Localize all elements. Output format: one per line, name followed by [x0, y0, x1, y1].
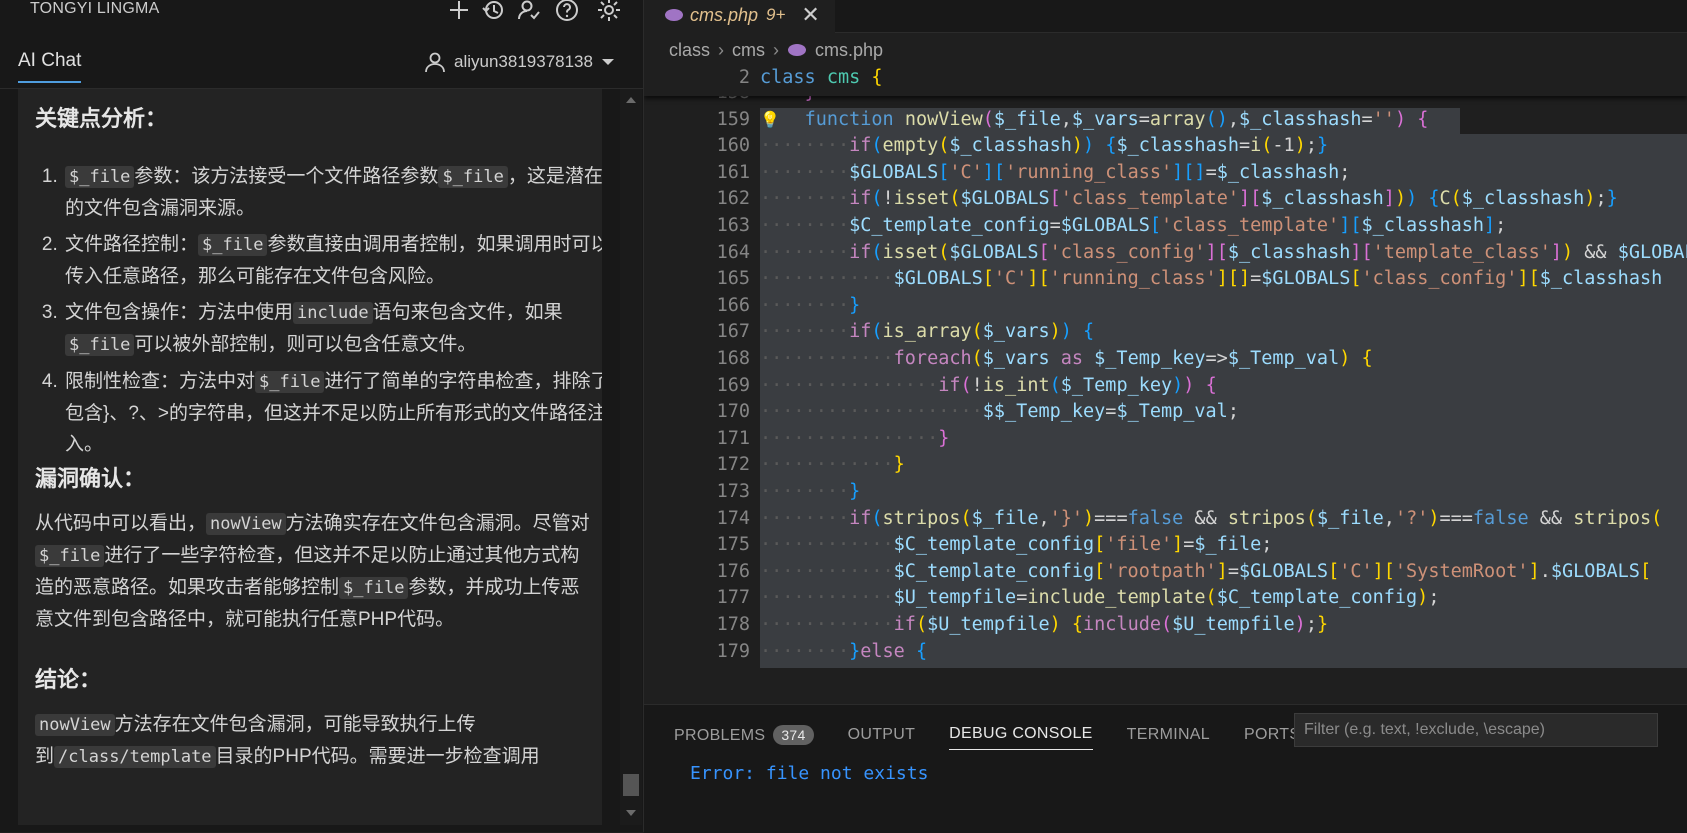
- sticky-scroll[interactable]: 2 class cms {: [644, 66, 1687, 96]
- heading-conclusion: 结论：: [35, 667, 102, 692]
- list-item: 文件包含操作：方法中使用include语句来包含文件，如果$_file可以被外部…: [63, 297, 602, 361]
- chevron-right-icon: ›: [773, 39, 780, 60]
- code-line: ················}: [760, 427, 950, 449]
- user-settings-icon[interactable]: [516, 0, 542, 23]
- chevron-down-icon: [601, 59, 614, 65]
- code-line: ············$U_tempfile=include_template…: [760, 587, 1440, 609]
- confirm-paragraph: 从代码中可以看出， nowView 方法确实存在文件包含漏洞。尽管对$_file 进行…: [35, 513, 590, 630]
- chat-message: 关键点分析： $_file参数：该方法接受一个文件路径参数$_file，这是潜在…: [18, 89, 602, 825]
- line-number: 178: [716, 614, 750, 635]
- selection-highlight: [760, 480, 1687, 508]
- code-line: ········if(!isset($GLOBALS['class_templa…: [760, 188, 1618, 210]
- line-number: 169: [716, 374, 750, 396]
- code-line: ········if(is_array($_vars)) {: [760, 321, 1095, 343]
- code-line: ············foreach($_vars as $_Temp_key…: [760, 348, 1373, 369]
- history-icon[interactable]: [480, 0, 506, 23]
- code-editor[interactable]: 2 class cms { 158 }159 function nowView(…: [644, 66, 1687, 704]
- lightbulb-icon[interactable]: 💡: [760, 110, 780, 129]
- chevron-right-icon: ›: [718, 39, 725, 60]
- code-line: ········}: [760, 294, 861, 316]
- panel-tabs: PROBLEMS 374 OUTPUT DEBUG CONSOLE TERMINA…: [674, 719, 1300, 750]
- tab-problems[interactable]: PROBLEMS 374: [674, 724, 814, 745]
- code-line: function nowView($_file,$_vars=array(),$…: [804, 108, 1429, 130]
- line-number: 162: [716, 188, 750, 210]
- scroll-down-icon[interactable]: [626, 810, 636, 816]
- line-number: 171: [716, 427, 750, 449]
- chat-header: AI Chat aliyun3819378138: [0, 36, 644, 89]
- code-line: ········$C_template_config=$GLOBALS['cla…: [760, 215, 1507, 236]
- problems-count-badge: 374: [773, 724, 814, 745]
- user-dropdown[interactable]: aliyun3819378138: [424, 48, 615, 76]
- panel-header: TONGYI LINGMA: [0, 0, 644, 36]
- code-line: ········$GLOBALS['C']['running_class'][]…: [760, 161, 1351, 183]
- filter-input[interactable]: Filter (e.g. text, !exclude, \escape): [1294, 713, 1658, 747]
- tab-debug-console[interactable]: DEBUG CONSOLE: [949, 725, 1093, 750]
- selection-highlight: [760, 293, 1687, 322]
- breadcrumb: class › cms › cms.php: [669, 38, 883, 62]
- code-line: ········if(isset($GLOBALS['class_config'…: [760, 241, 1687, 263]
- code-line: ············if($U_tempfile) {include($U_…: [760, 614, 1329, 635]
- line-number: 161: [716, 161, 750, 183]
- lingma-panel: TONGYI LINGMA AI Chat aliyun3819378138 关…: [0, 0, 644, 832]
- help-icon[interactable]: [554, 0, 580, 23]
- line-number: 160: [716, 135, 750, 157]
- line-number: 167: [716, 321, 750, 343]
- editor-area: cms.php 9+ ✕ class › cms › cms.php 2 cla…: [644, 0, 1687, 833]
- breadcrumb-item[interactable]: cms: [732, 40, 765, 61]
- panel-title: TONGYI LINGMA: [30, 0, 160, 17]
- line-number: 174: [716, 507, 750, 529]
- close-icon[interactable]: ✕: [801, 2, 819, 28]
- tab-cms-php[interactable]: cms.php 9+ ✕: [644, 0, 835, 33]
- heading-analysis: 关键点分析：: [35, 106, 168, 131]
- code-line: ········}: [760, 481, 861, 502]
- tab-terminal[interactable]: TERMINAL: [1127, 726, 1210, 744]
- gear-icon[interactable]: [596, 0, 622, 23]
- code-line: ············$C_template_config['file']=$…: [760, 534, 1273, 556]
- chat-scrollbar[interactable]: [620, 89, 642, 825]
- code-line: ············$GLOBALS['C']['running_class…: [760, 268, 1663, 290]
- line-number: 164: [716, 241, 750, 263]
- code-line: ················if(!is_int($_Temp_key)) …: [760, 374, 1217, 396]
- code-line: ····················$$_Temp_key=$_Temp_v…: [760, 401, 1239, 423]
- user-icon: [425, 52, 445, 73]
- code-line: ············$C_template_config['rootpath…: [760, 560, 1652, 582]
- tab-output[interactable]: OUTPUT: [848, 726, 916, 744]
- code-line: ········if(empty($_classhash)) {$_classh…: [760, 135, 1329, 157]
- editor-tabs: cms.php 9+ ✕: [644, 0, 1687, 33]
- bottom-panel: PROBLEMS 374 OUTPUT DEBUG CONSOLE TERMINA…: [644, 704, 1687, 833]
- line-number: 175: [716, 534, 750, 556]
- line-number: 159: [716, 108, 750, 130]
- console-output: Error: file not exists: [690, 763, 929, 784]
- scroll-up-icon[interactable]: [626, 97, 636, 103]
- line-number: 173: [716, 481, 750, 502]
- line-number: 163: [716, 215, 750, 236]
- heading-confirm: 漏洞确认：: [35, 466, 146, 491]
- plus-icon[interactable]: [446, 0, 472, 23]
- line-number: 168: [716, 348, 750, 369]
- sticky-code: class cms {: [760, 67, 883, 88]
- line-number: 177: [716, 587, 750, 609]
- line-number: 165: [716, 268, 750, 290]
- code-line: ········}else {: [760, 640, 928, 662]
- php-elephant-icon: [665, 9, 683, 21]
- scrollbar-thumb[interactable]: [623, 774, 639, 796]
- tab-ai-chat[interactable]: AI Chat: [18, 50, 82, 83]
- tab-ports[interactable]: PORTS: [1244, 726, 1300, 744]
- line-number: 179: [716, 640, 750, 662]
- php-elephant-icon: [788, 44, 807, 56]
- conclusion-paragraph: nowView 方法存在文件包含漏洞，可能导致执行上传到/class/templa…: [35, 714, 540, 768]
- list-item: 文件路径控制：$_file参数直接由调用者控制，如果调用时可以传入任意路径，那么…: [63, 229, 602, 292]
- line-number: 170: [716, 401, 750, 423]
- code-line: ········if(stripos($_file,'}')===false &…: [760, 507, 1663, 529]
- breadcrumb-item[interactable]: class: [669, 40, 710, 61]
- code-line: ············}: [760, 454, 905, 476]
- line-number: 176: [716, 560, 750, 582]
- list-item: $_file参数：该方法接受一个文件路径参数$_file，这是潜在的文件包含漏洞…: [63, 161, 602, 224]
- list-item: 限制性检查：方法中对$_file进行了简单的字符串检查，排除了包含}、?、>的字…: [63, 366, 602, 460]
- line-number: 172: [716, 454, 750, 476]
- analysis-list: $_file参数：该方法接受一个文件路径参数$_file，这是潜在的文件包含漏洞…: [35, 161, 602, 465]
- user-name: aliyun3819378138: [454, 52, 593, 71]
- breadcrumb-item[interactable]: cms.php: [815, 40, 883, 61]
- line-number: 166: [716, 294, 750, 316]
